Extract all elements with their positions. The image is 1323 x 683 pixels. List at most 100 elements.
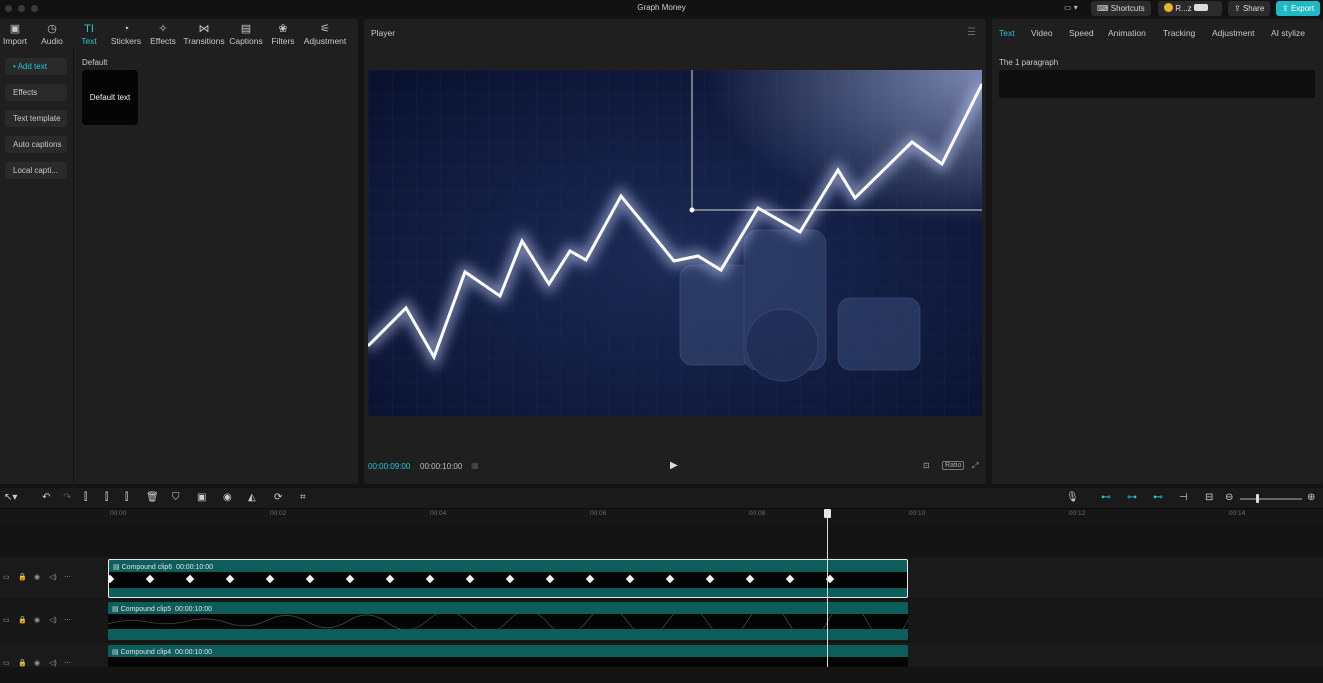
sidebar-item-local-captions[interactable]: Local capti... (5, 162, 67, 179)
undo-icon[interactable]: ↶ (42, 492, 50, 503)
zoom-slider[interactable] (1240, 498, 1302, 500)
fit-screen-icon[interactable]: ⊡ (923, 461, 930, 470)
keyboard-icon: ⌨ (1097, 4, 1111, 13)
keyframe-icon[interactable] (465, 574, 475, 584)
lock-icon[interactable]: 🔒 (18, 659, 27, 667)
pro-badge-icon (1193, 4, 1208, 11)
layout-icon[interactable]: ▭ ▾ (1064, 3, 1078, 12)
speaker-icon[interactable]: ◁) (49, 616, 57, 624)
keyframe-icon[interactable] (225, 574, 235, 584)
tab-filters[interactable]: ❀ Filters (269, 22, 297, 46)
user-button[interactable]: R...z (1158, 1, 1222, 16)
redo-icon[interactable]: ↷ (63, 492, 71, 503)
linkage-icon[interactable]: ⊷ (1153, 492, 1163, 503)
subtitle-icon[interactable]: ⊟ (1205, 492, 1213, 503)
tab-import[interactable]: ▣ Import (2, 22, 28, 46)
tab-audio[interactable]: ◷ Audio (38, 22, 66, 46)
eye-icon[interactable]: ◉ (34, 616, 40, 624)
microphone-icon[interactable]: 🎙 (1066, 492, 1079, 503)
paragraph-text-input[interactable] (999, 70, 1315, 98)
share-button[interactable]: ⇪ Share (1228, 1, 1271, 16)
split-right-icon[interactable]: ⫿ (125, 492, 128, 503)
graph-money-frame (368, 70, 982, 416)
mark-icon[interactable]: ⛉ (172, 492, 180, 503)
timecode-grid-icon[interactable]: ▦ (471, 461, 479, 470)
fullscreen-icon[interactable]: ⤢ (972, 461, 978, 471)
playhead-handle[interactable] (824, 509, 831, 518)
video-preview[interactable] (368, 70, 982, 416)
tab-tracking[interactable]: Tracking (1163, 28, 1195, 38)
tab-adjustment[interactable]: ⚟ Adjustment (302, 22, 348, 46)
timeline-ruler[interactable]: 00:00 00:02 00:04 00:06 00:08 00:10 00:1… (0, 509, 1323, 523)
tab-animation[interactable]: Animation (1108, 28, 1146, 38)
keyframe-icon[interactable] (145, 574, 155, 584)
tab-captions[interactable]: ▤ Captions (228, 22, 264, 46)
tab-video[interactable]: Video (1031, 28, 1053, 38)
tab-text[interactable]: TI Text (78, 22, 100, 46)
eye-icon[interactable]: ◉ (34, 573, 40, 581)
track-cover-icon[interactable]: ▭ (3, 659, 10, 667)
keyframe-icon[interactable] (385, 574, 395, 584)
split-icon[interactable]: ⫿ (84, 492, 87, 503)
keyframe-icon[interactable] (265, 574, 275, 584)
freeze-icon[interactable]: ▣ (197, 492, 206, 503)
keyframe-icon[interactable] (185, 574, 195, 584)
play-button[interactable]: ▶ (670, 460, 678, 471)
tab-adjustment-inspector[interactable]: Adjustment (1212, 28, 1255, 38)
keyframe-icon[interactable] (705, 574, 715, 584)
lock-icon[interactable]: 🔒 (18, 573, 27, 581)
more-icon[interactable]: ⋯ (64, 659, 71, 667)
more-icon[interactable]: ⋯ (64, 573, 71, 581)
speaker-icon[interactable]: ◁) (49, 659, 57, 667)
track-cover-icon[interactable]: ▭ (3, 616, 10, 624)
mirror-icon[interactable]: ◭ (248, 492, 256, 503)
preview-axis-icon[interactable]: ⊣ (1179, 492, 1188, 503)
keyframe-icon[interactable] (665, 574, 675, 584)
select-tool-icon[interactable]: ↖▾ (4, 492, 17, 503)
keyframe-icon[interactable] (109, 574, 115, 584)
compound-clip-4[interactable]: ▤ Compound clip4 00:00:10:00 (108, 645, 908, 667)
keyframe-icon[interactable] (545, 574, 555, 584)
tab-effects[interactable]: ✧ Effects (147, 22, 179, 46)
play-circle-icon[interactable]: ◉ (223, 492, 232, 503)
sidebar-item-text-template[interactable]: Text template (5, 110, 67, 127)
keyframe-icon[interactable] (345, 574, 355, 584)
sidebar-item-auto-captions[interactable]: Auto captions (5, 136, 67, 153)
compound-clip-6[interactable]: ▤ Compound clip6 00:00:10:00 (108, 559, 908, 598)
crop-icon[interactable]: ⌗ (300, 492, 306, 503)
ratio-button[interactable]: Ratio (942, 461, 965, 470)
auto-snap-icon[interactable]: ⊶ (1127, 492, 1137, 503)
export-button[interactable]: ⇪ Export (1276, 1, 1321, 16)
main-track-magnet-icon[interactable]: ⊷ (1101, 492, 1111, 503)
keyframe-icon[interactable] (745, 574, 755, 584)
compound-clip-5[interactable]: ▤ Compound clip5 00:00:10:00 (108, 602, 908, 640)
lock-icon[interactable]: 🔒 (18, 616, 27, 624)
tab-speed[interactable]: Speed (1069, 28, 1094, 38)
keyframe-icon[interactable] (585, 574, 595, 584)
track-cover-icon[interactable]: ▭ (3, 573, 10, 581)
sidebar-item-effects[interactable]: Effects (5, 84, 67, 101)
delete-icon[interactable]: 🗑 (146, 492, 159, 503)
keyframe-icon[interactable] (305, 574, 315, 584)
tab-text-inspector[interactable]: Text (999, 28, 1015, 38)
shortcuts-button[interactable]: ⌨ Shortcuts (1091, 1, 1151, 16)
tab-transitions[interactable]: ⋈ Transitions (183, 22, 225, 46)
speaker-icon[interactable]: ◁) (49, 573, 57, 581)
keyframe-icon[interactable] (785, 574, 795, 584)
keyframe-icon[interactable] (505, 574, 515, 584)
rotate-icon[interactable]: ⟳ (274, 492, 282, 503)
zoom-in-icon[interactable]: ⊕ (1307, 492, 1315, 503)
split-left-icon[interactable]: ⫿ (105, 492, 108, 503)
tab-ai-stylize[interactable]: AI stylize (1271, 28, 1305, 38)
zoom-slider-handle[interactable] (1256, 494, 1259, 503)
playhead-line[interactable] (827, 509, 828, 667)
player-menu-icon[interactable]: ☰ (967, 27, 976, 38)
keyframe-icon[interactable] (625, 574, 635, 584)
sidebar-item-add-text[interactable]: • Add text (5, 58, 67, 75)
eye-icon[interactable]: ◉ (34, 659, 40, 667)
keyframe-icon[interactable] (425, 574, 435, 584)
default-text-tile[interactable]: Default text (82, 70, 138, 125)
zoom-out-icon[interactable]: ⊖ (1225, 492, 1233, 503)
more-icon[interactable]: ⋯ (64, 616, 71, 624)
tab-stickers[interactable]: ◔ Stickers (108, 22, 144, 46)
